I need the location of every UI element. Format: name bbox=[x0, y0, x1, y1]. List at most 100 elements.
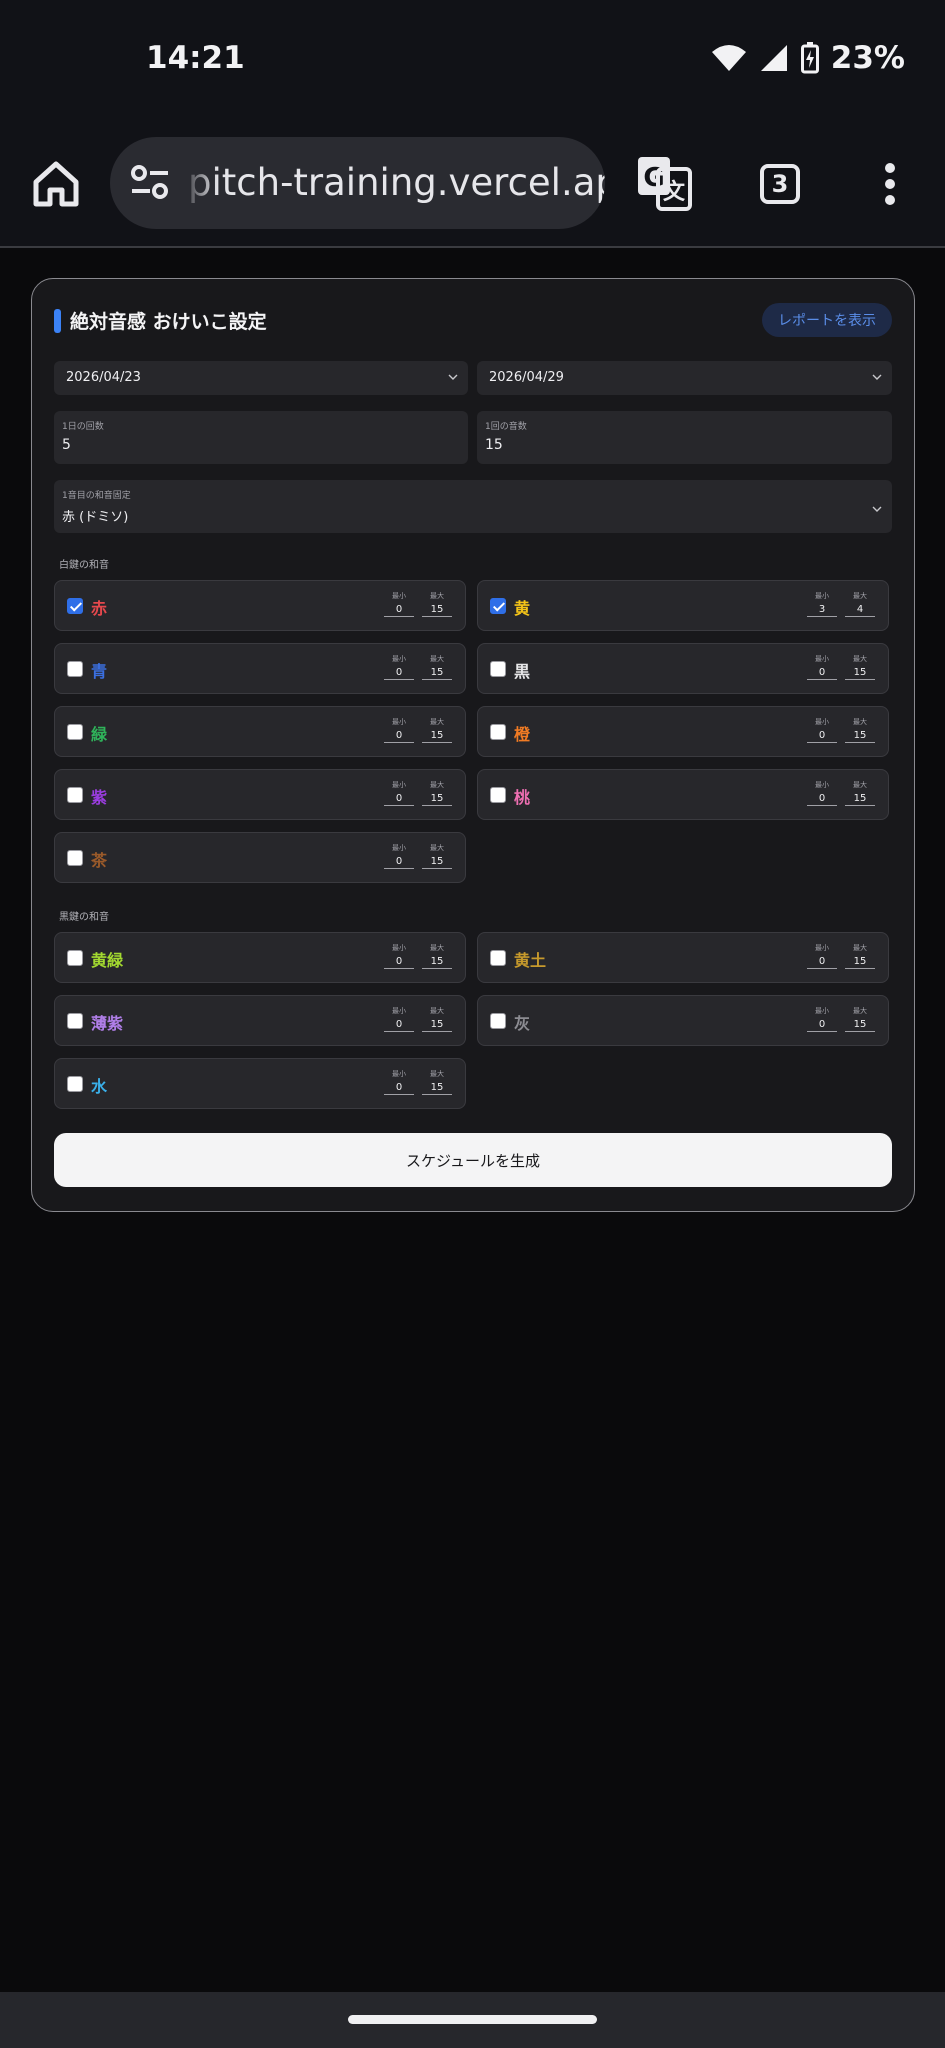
chord-checkbox[interactable] bbox=[67, 1076, 83, 1092]
chord-max-field: 最大 15 bbox=[845, 654, 875, 680]
chord-min-input[interactable]: 0 bbox=[384, 1019, 414, 1032]
chord-min-field: 最小 0 bbox=[807, 780, 837, 806]
chord-name: 水 bbox=[91, 1077, 108, 1096]
battery-charging-icon bbox=[800, 42, 819, 74]
daily-count-field[interactable]: 1日の回数 5 bbox=[54, 411, 468, 464]
chord-min-field: 最小 0 bbox=[384, 717, 414, 743]
chord-name: 橙 bbox=[514, 725, 531, 744]
chord-min-field: 最小 0 bbox=[384, 591, 414, 617]
home-icon[interactable] bbox=[30, 158, 82, 210]
chord-min-label: 最小 bbox=[392, 1070, 406, 1078]
chord-checkbox[interactable] bbox=[67, 950, 83, 966]
start-date-select[interactable]: 2026/04/23 bbox=[54, 361, 468, 395]
chord-checkbox[interactable] bbox=[490, 950, 506, 966]
chord-item: 黄土 最小 0 最大 15 bbox=[477, 932, 889, 983]
chord-checkbox[interactable] bbox=[490, 787, 506, 803]
chord-min-input[interactable]: 0 bbox=[807, 1019, 837, 1032]
chord-item: 赤 最小 0 最大 15 bbox=[54, 580, 466, 631]
chord-max-input[interactable]: 15 bbox=[845, 793, 875, 806]
chord-name: 紫 bbox=[91, 788, 108, 807]
chord-name: 茶 bbox=[91, 851, 108, 870]
more-options-icon[interactable] bbox=[880, 162, 900, 206]
chord-max-input[interactable]: 15 bbox=[422, 1082, 452, 1095]
chord-checkbox[interactable] bbox=[67, 1013, 83, 1029]
chord-min-input[interactable]: 0 bbox=[384, 856, 414, 869]
chord-max-input[interactable]: 15 bbox=[422, 730, 452, 743]
chord-min-field: 最小 0 bbox=[807, 1006, 837, 1032]
chord-max-input[interactable]: 15 bbox=[422, 1019, 452, 1032]
chord-checkbox[interactable] bbox=[67, 661, 83, 677]
chord-min-field: 最小 0 bbox=[384, 1006, 414, 1032]
chord-min-field: 最小 0 bbox=[384, 780, 414, 806]
chord-max-input[interactable]: 15 bbox=[422, 956, 452, 969]
chord-max-field: 最大 15 bbox=[422, 1006, 452, 1032]
chord-checkbox[interactable] bbox=[490, 598, 506, 614]
cellular-signal-icon bbox=[760, 45, 787, 71]
chord-max-input[interactable]: 15 bbox=[845, 1019, 875, 1032]
translate-icon[interactable]: G文 bbox=[636, 155, 692, 211]
chord-checkbox[interactable] bbox=[490, 661, 506, 677]
chord-max-input[interactable]: 15 bbox=[845, 956, 875, 969]
chord-min-label: 最小 bbox=[815, 592, 829, 600]
chord-min-input[interactable]: 0 bbox=[807, 667, 837, 680]
chord-checkbox[interactable] bbox=[67, 724, 83, 740]
chord-max-field: 最大 15 bbox=[422, 843, 452, 869]
generate-schedule-button[interactable]: スケジュールを生成 bbox=[54, 1133, 892, 1187]
chord-max-input[interactable]: 15 bbox=[422, 793, 452, 806]
end-date-select[interactable]: 2026/04/29 bbox=[477, 361, 892, 395]
chord-max-input[interactable]: 15 bbox=[422, 856, 452, 869]
home-gesture-handle[interactable] bbox=[348, 2015, 597, 2024]
chord-name: 黄 bbox=[514, 599, 531, 618]
notes-per-session-field[interactable]: 1回の音数 15 bbox=[477, 411, 892, 464]
chord-max-field: 最大 15 bbox=[845, 943, 875, 969]
chord-item: 黄緑 最小 0 最大 15 bbox=[54, 932, 466, 983]
chord-item: 緑 最小 0 最大 15 bbox=[54, 706, 466, 757]
chord-min-label: 最小 bbox=[815, 655, 829, 663]
chord-max-input[interactable]: 4 bbox=[845, 604, 875, 617]
chord-max-label: 最大 bbox=[430, 844, 444, 852]
chord-checkbox[interactable] bbox=[490, 724, 506, 740]
chord-min-input[interactable]: 0 bbox=[384, 730, 414, 743]
chord-min-input[interactable]: 3 bbox=[807, 604, 837, 617]
chord-item: 橙 最小 0 最大 15 bbox=[477, 706, 889, 757]
browser-toolbar: pitch-training.vercel.app G文 3 bbox=[0, 120, 945, 248]
chord-item: 水 最小 0 最大 15 bbox=[54, 1058, 466, 1109]
address-bar[interactable]: pitch-training.vercel.app bbox=[110, 137, 605, 229]
chord-item: 桃 最小 0 最大 15 bbox=[477, 769, 889, 820]
svg-text:文: 文 bbox=[663, 179, 686, 205]
status-icons: 23% bbox=[711, 40, 905, 76]
chord-min-input[interactable]: 0 bbox=[807, 730, 837, 743]
title-accent-bar bbox=[54, 309, 61, 333]
chord-max-input[interactable]: 15 bbox=[422, 667, 452, 680]
url-text[interactable]: pitch-training.vercel.app bbox=[188, 161, 605, 204]
chord-max-label: 最大 bbox=[853, 655, 867, 663]
chord-min-input[interactable]: 0 bbox=[384, 604, 414, 617]
chord-name: 黄土 bbox=[514, 951, 547, 970]
chord-item: 黒 最小 0 最大 15 bbox=[477, 643, 889, 694]
chord-min-input[interactable]: 0 bbox=[384, 793, 414, 806]
chord-min-field: 最小 0 bbox=[807, 943, 837, 969]
chord-max-input[interactable]: 15 bbox=[422, 604, 452, 617]
chord-min-field: 最小 0 bbox=[807, 717, 837, 743]
chord-name: 黄緑 bbox=[91, 951, 124, 970]
chord-checkbox[interactable] bbox=[490, 1013, 506, 1029]
chord-item: 青 最小 0 最大 15 bbox=[54, 643, 466, 694]
chord-min-input[interactable]: 0 bbox=[807, 793, 837, 806]
show-report-button[interactable]: レポートを表示 bbox=[762, 303, 892, 337]
chord-checkbox[interactable] bbox=[67, 787, 83, 803]
chord-max-input[interactable]: 15 bbox=[845, 667, 875, 680]
chord-min-input[interactable]: 0 bbox=[384, 667, 414, 680]
chord-min-input[interactable]: 0 bbox=[384, 956, 414, 969]
chord-max-label: 最大 bbox=[853, 592, 867, 600]
chord-max-input[interactable]: 15 bbox=[845, 730, 875, 743]
chord-min-input[interactable]: 0 bbox=[384, 1082, 414, 1095]
chord-checkbox[interactable] bbox=[67, 598, 83, 614]
settings-card: 絶対音感 おけいこ設定 レポートを表示 2026/04/23 2026/04/2… bbox=[31, 278, 915, 1212]
site-settings-icon[interactable] bbox=[130, 165, 170, 201]
chord-min-input[interactable]: 0 bbox=[807, 956, 837, 969]
tab-switcher-button[interactable]: 3 bbox=[760, 164, 800, 204]
first-chord-fixed-select[interactable]: 1音目の和音固定 赤 (ドミソ) bbox=[54, 480, 892, 533]
chord-min-field: 最小 0 bbox=[384, 843, 414, 869]
chord-checkbox[interactable] bbox=[67, 850, 83, 866]
chord-name: 緑 bbox=[91, 725, 108, 744]
